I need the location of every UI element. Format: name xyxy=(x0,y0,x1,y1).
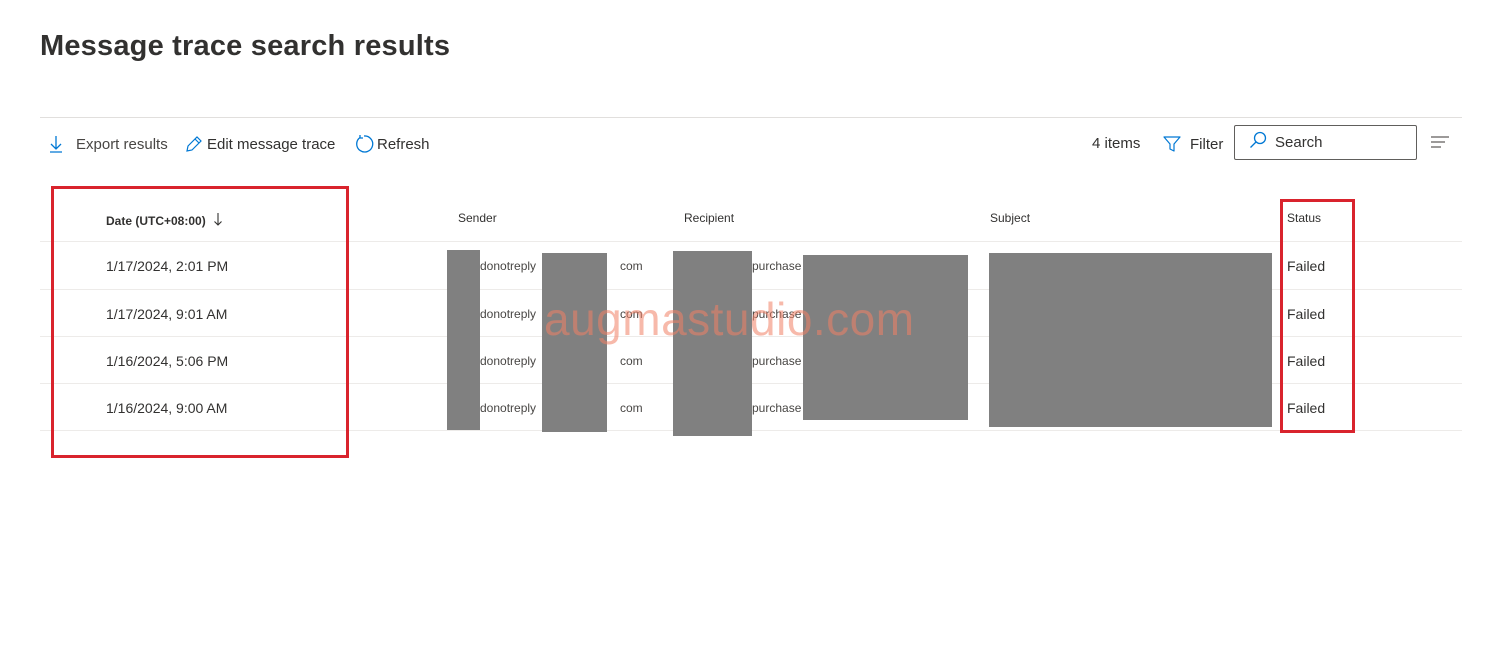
view-options-button[interactable] xyxy=(1430,134,1450,155)
search-input[interactable] xyxy=(1275,134,1405,151)
filter-label: Filter xyxy=(1190,135,1224,153)
divider xyxy=(40,117,1462,118)
column-header-recipient[interactable]: Recipient xyxy=(684,211,734,225)
edit-message-trace-button[interactable]: Edit message trace xyxy=(184,131,335,157)
pencil-icon xyxy=(184,135,203,154)
redaction-block xyxy=(447,250,480,430)
download-icon xyxy=(48,134,64,154)
annotation-box-status-column xyxy=(1280,199,1355,433)
row-sender: donotreply xyxy=(480,401,537,415)
watermark: augmastudio.com xyxy=(544,293,915,345)
row-recipient: purchase xyxy=(752,401,802,415)
items-count: 4 items xyxy=(1092,135,1141,152)
search-icon xyxy=(1249,131,1267,154)
row-sender-domain: com xyxy=(620,401,643,415)
column-header-subject[interactable]: Subject xyxy=(990,211,1030,225)
edit-message-trace-label: Edit message trace xyxy=(207,135,336,153)
row-recipient: purchase xyxy=(752,259,802,273)
row-sender: donotreply xyxy=(480,259,537,273)
refresh-button[interactable]: Refresh xyxy=(354,131,430,157)
search-box[interactable] xyxy=(1234,125,1417,160)
redaction-block xyxy=(989,253,1272,427)
row-sender: donotreply xyxy=(480,307,537,321)
filter-button[interactable]: Filter xyxy=(1162,131,1223,157)
export-results-button[interactable]: Export results xyxy=(48,131,168,157)
annotation-box-date-column xyxy=(51,186,349,458)
refresh-icon xyxy=(354,134,374,154)
page-title: Message trace search results xyxy=(40,30,451,62)
column-header-sender[interactable]: Sender xyxy=(458,211,497,225)
export-results-label: Export results xyxy=(76,135,168,153)
row-sender-domain: com xyxy=(620,259,643,273)
list-view-icon xyxy=(1430,136,1450,154)
filter-icon xyxy=(1162,134,1182,154)
refresh-label: Refresh xyxy=(377,135,430,153)
row-sender: donotreply xyxy=(480,354,537,368)
